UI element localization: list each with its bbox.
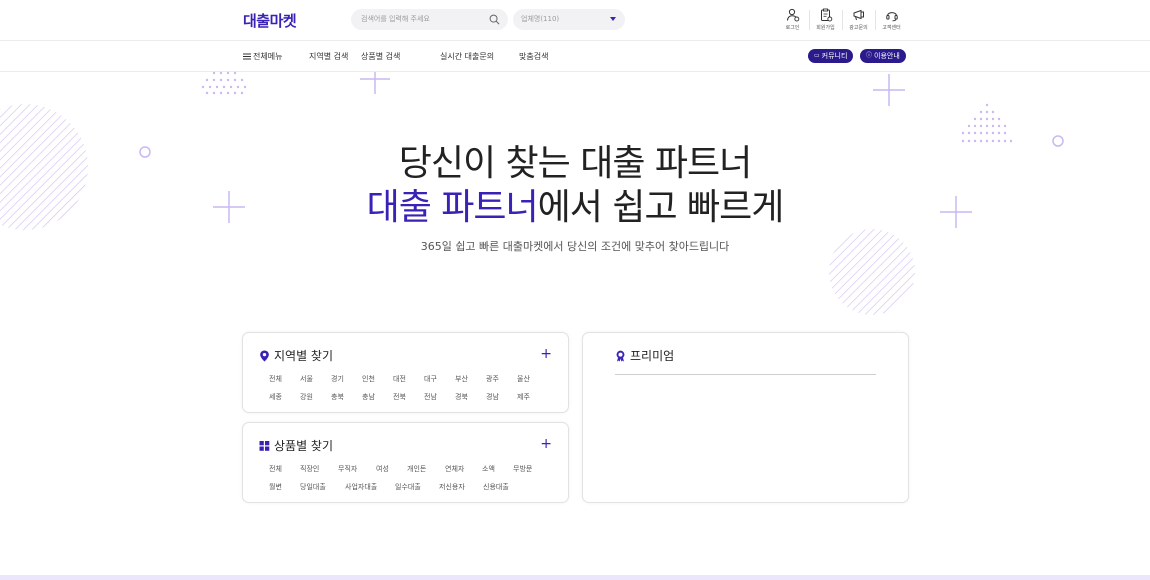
premium-card-title-text: 프리미엄 [630, 349, 675, 363]
award-badge-icon [616, 350, 625, 362]
login-label: 로그인 [785, 25, 800, 31]
region-tag[interactable]: 경남 [486, 392, 499, 402]
signup-label: 회원가입 [816, 25, 835, 31]
signup-link[interactable]: 회원가입 [809, 6, 842, 34]
nav-product-search[interactable]: 상품별 검색 [361, 51, 400, 62]
region-tag[interactable]: 강원 [300, 392, 313, 402]
user-icon [786, 8, 799, 22]
region-search-card: 지역별 찾기 + 전체 서울 경기 인천 대전 대구 부산 광주 울산 세종 강… [242, 332, 569, 413]
community-button[interactable]: ▭ 커뮤니티 [808, 49, 854, 63]
region-tag[interactable]: 부산 [455, 374, 468, 384]
region-tag[interactable]: 전체 [269, 374, 282, 384]
all-menu-label: 전체메뉴 [253, 52, 283, 61]
premium-divider [615, 374, 876, 375]
region-tag[interactable]: 대전 [393, 374, 406, 384]
product-tag[interactable]: 무직자 [338, 464, 357, 474]
nav-region-search[interactable]: 지역별 검색 [309, 51, 348, 62]
product-tag[interactable]: 여성 [376, 464, 389, 474]
header-utility-links: 로그인 회원가입 광고문의 고객센터 [776, 6, 908, 34]
company-select-value: 업체명(110) [521, 15, 560, 23]
region-card-title: 지역별 찾기 [259, 347, 333, 364]
main-nav: 전체메뉴 지역별 검색 상품별 검색 실시간 대출문의 맞춤검색 ▭ 커뮤니티 … [0, 41, 1150, 72]
customer-center-link[interactable]: 고객센터 [875, 6, 908, 34]
product-tag[interactable]: 월변 [269, 482, 282, 492]
clipboard-icon [820, 8, 832, 22]
site-logo[interactable]: 대출마켓 [243, 10, 297, 31]
community-label: 커뮤니티 [821, 52, 848, 60]
product-tag[interactable]: 개인돈 [407, 464, 426, 474]
region-tag[interactable]: 인천 [362, 374, 375, 384]
search-icon[interactable] [489, 14, 500, 25]
dot-grid-decoration-top [201, 71, 247, 95]
product-tag[interactable]: 사업자대출 [345, 482, 377, 492]
product-tag[interactable]: 직장인 [300, 464, 319, 474]
product-tag[interactable]: 소액 [482, 464, 495, 474]
product-search-card: 상품별 찾기 + 전체 직장인 무직자 여성 개인돈 연체자 소액 무방문 월변… [242, 422, 569, 503]
product-tag[interactable]: 전체 [269, 464, 282, 474]
info-icon: ⓘ [866, 52, 873, 59]
region-tag[interactable]: 울산 [517, 374, 530, 384]
product-card-expand-button[interactable]: + [540, 437, 552, 451]
region-tag[interactable]: 경기 [331, 374, 344, 384]
all-menu-button[interactable]: 전체메뉴 [243, 51, 282, 62]
guide-button[interactable]: ⓘ 이용안내 [860, 49, 906, 63]
search-input[interactable]: 검색어를 입력해 주세요 [351, 9, 508, 30]
product-tag[interactable]: 연체자 [445, 464, 464, 474]
ad-inquiry-link[interactable]: 광고문의 [842, 6, 875, 34]
nav-realtime-inquiry[interactable]: 실시간 대출문의 [440, 51, 494, 62]
product-tag[interactable]: 무방문 [513, 464, 532, 474]
login-link[interactable]: 로그인 [776, 6, 809, 34]
grid-icon [259, 440, 270, 451]
region-tag[interactable]: 전북 [393, 392, 406, 402]
region-tag[interactable]: 충남 [362, 392, 375, 402]
cross-decoration [873, 74, 905, 106]
chat-icon: ▭ [814, 52, 820, 59]
product-card-title-text: 상품별 찾기 [274, 439, 334, 453]
hero-headline-rest: 에서 쉽고 빠르게 [537, 187, 785, 228]
footer-strip [0, 575, 1150, 580]
region-tag[interactable]: 세종 [269, 392, 282, 402]
nav-custom-search[interactable]: 맞춤검색 [519, 51, 548, 62]
header: 대출마켓 검색어를 입력해 주세요 업체명(110) 로그인 회원가입 광고문의… [0, 0, 1150, 41]
map-pin-icon [260, 349, 269, 362]
hero-subtitle: 365일 쉽고 빠른 대출마켓에서 당신의 조건에 맞추어 찾아드립니다 [420, 240, 730, 253]
hero-headline-accent: 대출 파트너 [366, 187, 539, 228]
product-tag[interactable]: 당일대출 [300, 482, 326, 492]
region-tag[interactable]: 대구 [424, 374, 437, 384]
product-tag[interactable]: 일수대출 [395, 482, 421, 492]
guide-label: 이용안내 [874, 52, 900, 60]
region-tag[interactable]: 광주 [486, 374, 499, 384]
region-tag[interactable]: 경북 [455, 392, 468, 402]
region-tag[interactable]: 충북 [331, 392, 344, 402]
megaphone-icon [853, 9, 864, 21]
cross-decoration [360, 72, 390, 94]
region-tag[interactable]: 서울 [300, 374, 313, 384]
premium-card: 프리미엄 [582, 332, 909, 503]
company-select[interactable]: 업체명(110) [513, 9, 625, 30]
region-card-expand-button[interactable]: + [540, 347, 552, 361]
product-card-title: 상품별 찾기 [259, 437, 333, 454]
headset-icon [885, 12, 898, 22]
chevron-down-icon [610, 17, 616, 21]
hamburger-icon [243, 53, 251, 60]
customer-center-label: 고객센터 [882, 25, 901, 31]
product-tag[interactable]: 저신용자 [439, 482, 465, 492]
search-placeholder: 검색어를 입력해 주세요 [361, 15, 430, 23]
hero-headline-second: 대출 파트너에서 쉽고 빠르게 [0, 178, 1150, 230]
ad-inquiry-label: 광고문의 [849, 25, 868, 31]
region-card-title-text: 지역별 찾기 [274, 349, 334, 363]
region-tag[interactable]: 전남 [424, 392, 437, 402]
premium-card-title: 프리미엄 [615, 347, 674, 364]
product-tag[interactable]: 신용대출 [483, 482, 509, 492]
region-tag[interactable]: 제주 [517, 392, 530, 402]
